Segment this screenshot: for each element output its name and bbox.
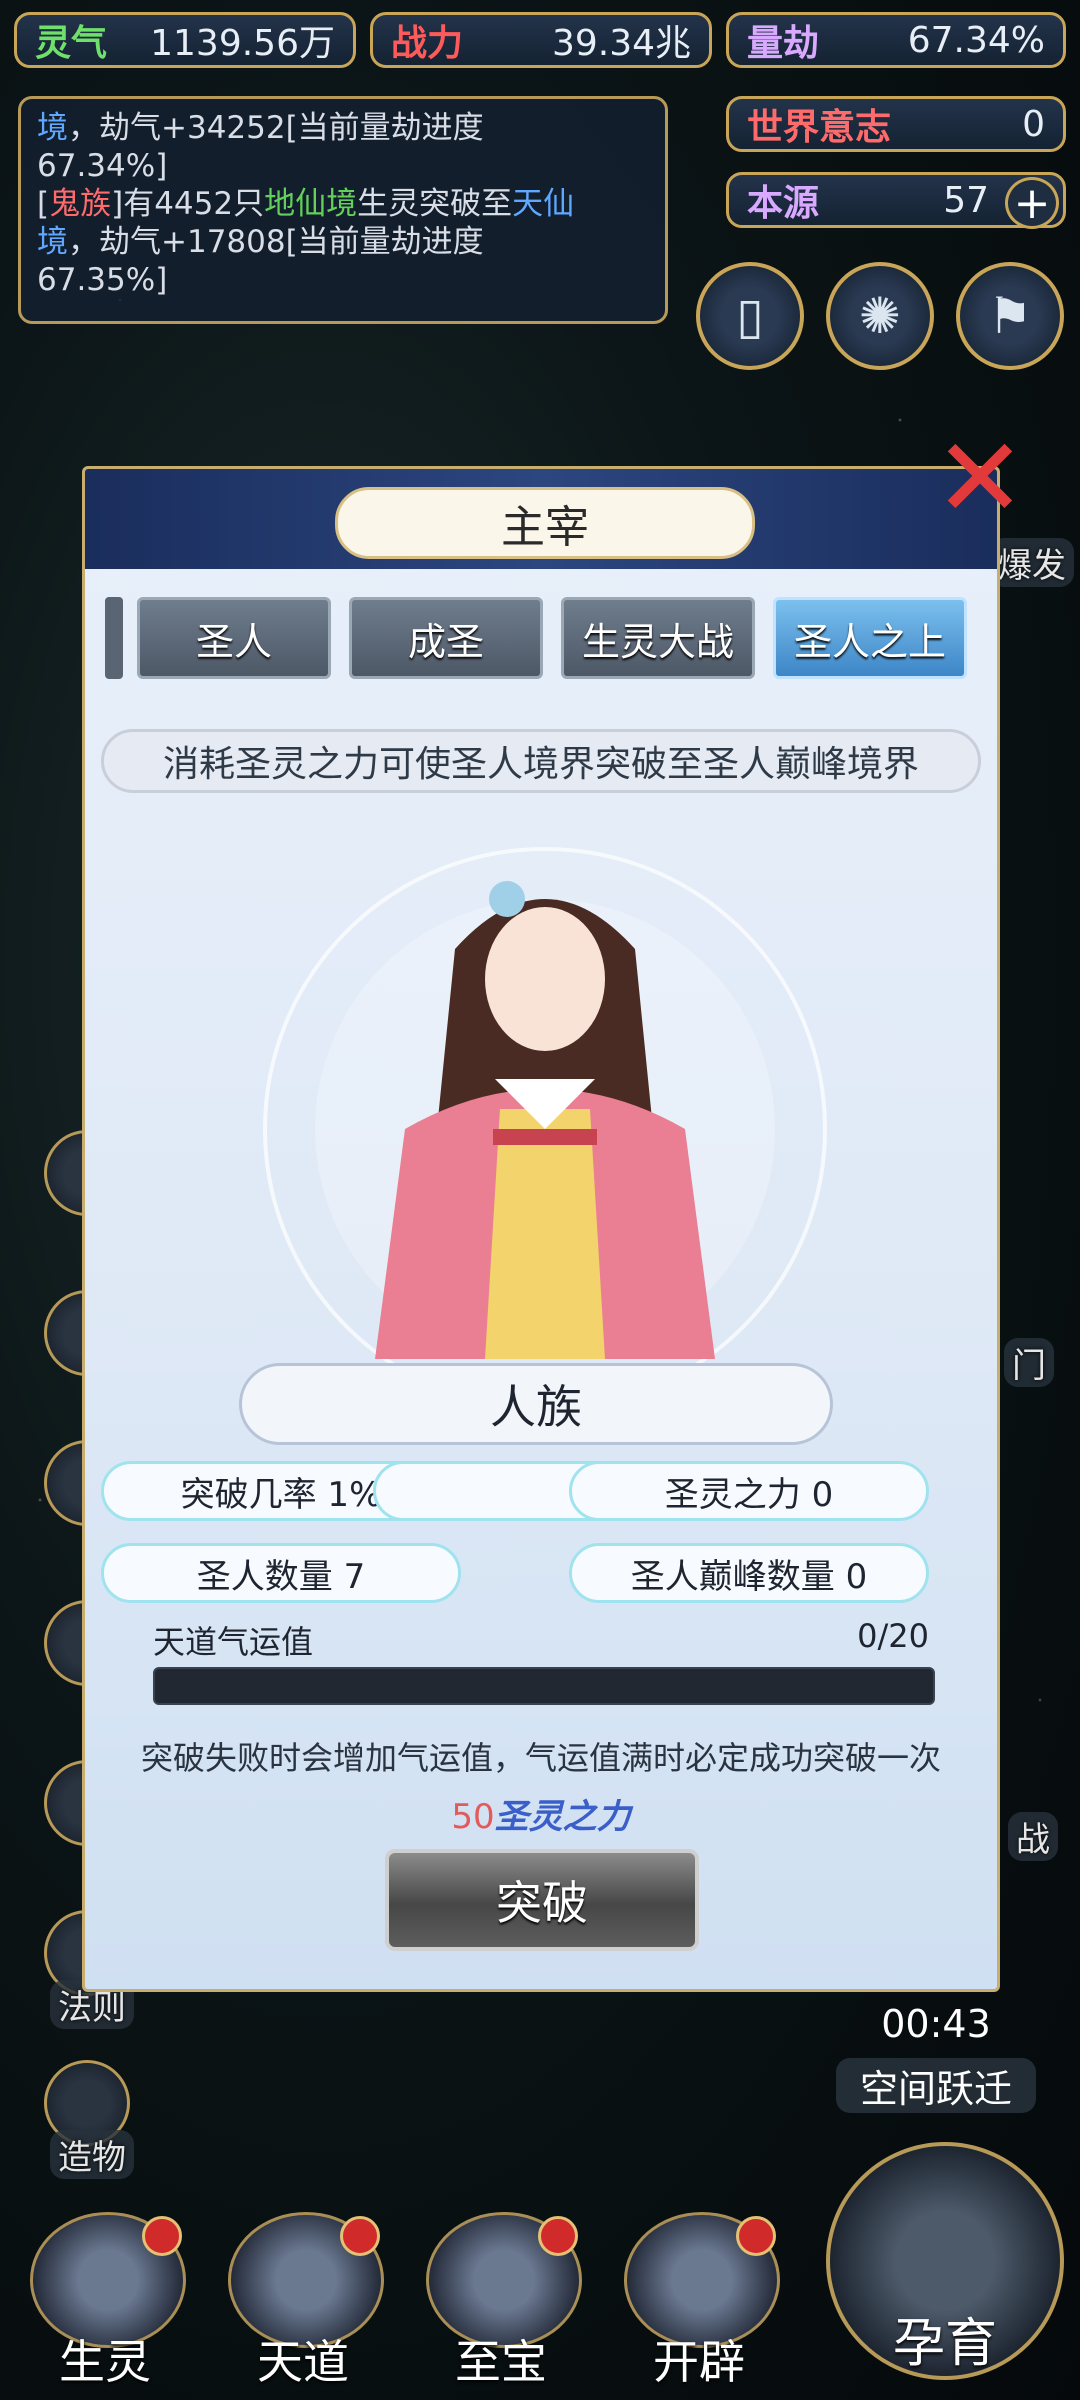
notification-dot — [538, 2216, 578, 2256]
war-label[interactable]: 战 — [1008, 1812, 1058, 1861]
cost-number: 50 — [451, 1797, 495, 1837]
breed-button[interactable]: 孕育 — [826, 2142, 1064, 2380]
log-race: 鬼族 — [49, 186, 112, 222]
luck-label: 天道气运值 — [153, 1623, 314, 1661]
stat-label: 量劫 — [747, 23, 820, 64]
log-text: ，劫气+17808[当前量劫进度 — [68, 224, 484, 260]
stat-liangjie[interactable]: 量劫 67.34% — [726, 12, 1066, 68]
log-realm: 天仙 — [512, 186, 575, 222]
add-icon[interactable]: + — [1005, 177, 1059, 229]
swirl-icon[interactable]: ✺ — [826, 262, 934, 370]
peak-sage-count: 圣人巅峰数量 0 — [569, 1543, 929, 1603]
gate-label[interactable]: 门 — [1004, 1338, 1054, 1387]
log-text: ]有4452只 — [111, 186, 265, 222]
flag-icon[interactable]: ⚑ — [956, 262, 1064, 370]
stat-label: 本源 — [747, 183, 820, 224]
nav-label: 生灵 — [59, 2335, 151, 2389]
log-text: 生灵突破至 — [357, 186, 513, 222]
notification-dot — [340, 2216, 380, 2256]
stat-label: 灵气 — [35, 23, 108, 64]
stat-benyuan[interactable]: 本源 57 + — [726, 172, 1066, 229]
log-text: 67.34%] — [37, 148, 168, 184]
sage-dialog: 主宰 圣人 成圣 生灵大战 圣人之上 消耗圣灵之力可使圣人境界突破至圣人巅峰境界… — [82, 466, 1000, 1992]
creation-label[interactable]: 造物 — [50, 2130, 134, 2179]
notification-dot — [736, 2216, 776, 2256]
race-name-plate: 人族 — [239, 1363, 833, 1445]
tab-beyond-sage[interactable]: 圣人之上 — [773, 597, 967, 679]
dialog-title: 主宰 — [335, 487, 755, 559]
stat-lingqi[interactable]: 灵气 1139.56万 — [14, 12, 356, 68]
nav-label: 天道 — [257, 2335, 349, 2389]
nav-heaven[interactable]: 天道 — [218, 2212, 388, 2392]
nav-create[interactable]: 开辟 — [614, 2212, 784, 2392]
description-banner: 消耗圣灵之力可使圣人境界突破至圣人巅峰境界 — [101, 729, 981, 793]
log-realm: 境 — [37, 224, 68, 260]
cost-unit: 圣灵之力 — [494, 1797, 631, 1837]
stat-label: 世界意志 — [747, 107, 892, 148]
timer-label: 空间跃迁 — [836, 2058, 1036, 2113]
space-jump-timer[interactable]: 00:43 空间跃迁 — [836, 1992, 1036, 2122]
stat-zhanli[interactable]: 战力 39.34兆 — [370, 12, 712, 68]
tab-become-sage[interactable]: 成圣 — [349, 597, 543, 679]
log-text: ，劫气+34252[当前量劫进度 — [68, 110, 484, 146]
luck-progress-bar — [153, 1667, 935, 1705]
sage-count: 圣人数量 7 — [101, 1543, 461, 1603]
stat-value: 0 — [1022, 103, 1045, 145]
log-text: 67.35%] — [37, 262, 168, 298]
nav-label: 至宝 — [455, 2335, 547, 2389]
nav-label: 开辟 — [653, 2335, 745, 2389]
stat-value: 57 — [943, 179, 989, 221]
nav-treasure[interactable]: 至宝 — [416, 2212, 586, 2392]
log-realm: 地仙境 — [264, 186, 358, 222]
timer-time: 00:43 — [881, 2002, 991, 2046]
event-log: 境，劫气+34252[当前量劫进度 67.34%] [鬼族]有4452只地仙境生… — [18, 96, 668, 324]
character-portrait — [263, 847, 827, 1411]
breed-label: 孕育 — [892, 2314, 997, 2374]
log-text: [ — [37, 186, 50, 222]
stat-value: 67.34% — [907, 19, 1045, 61]
notification-dot — [142, 2216, 182, 2256]
close-icon[interactable]: ✕ — [930, 423, 1030, 533]
tab-scroll-edge — [105, 597, 123, 679]
nav-creatures[interactable]: 生灵 — [20, 2212, 190, 2392]
stat-label: 战力 — [391, 23, 464, 64]
card-icon[interactable]: ▯ — [696, 262, 804, 370]
breakthrough-tip: 突破失败时会增加气运值，气运值满时必定成功突破一次 — [140, 1739, 941, 1777]
stat-value: 39.34兆 — [551, 23, 691, 64]
tab-creature-war[interactable]: 生灵大战 — [561, 597, 755, 679]
burst-label[interactable]: 爆发 — [990, 538, 1074, 587]
breakthrough-cost: 50圣灵之力 — [85, 1789, 997, 1838]
tab-sage[interactable]: 圣人 — [137, 597, 331, 679]
breakthrough-button[interactable]: 突破 — [385, 1849, 699, 1951]
stat-value: 1139.56万 — [150, 23, 335, 64]
bottom-navigation: 生灵 天道 至宝 开辟 孕育 — [0, 2142, 1080, 2400]
stat-world-will[interactable]: 世界意志 0 — [726, 96, 1066, 152]
race-name: 人族 — [490, 1380, 582, 1434]
log-realm: 境 — [37, 110, 68, 146]
sage-power: 圣灵之力 0 — [569, 1461, 929, 1521]
luck-value: 0/20 — [857, 1617, 929, 1655]
